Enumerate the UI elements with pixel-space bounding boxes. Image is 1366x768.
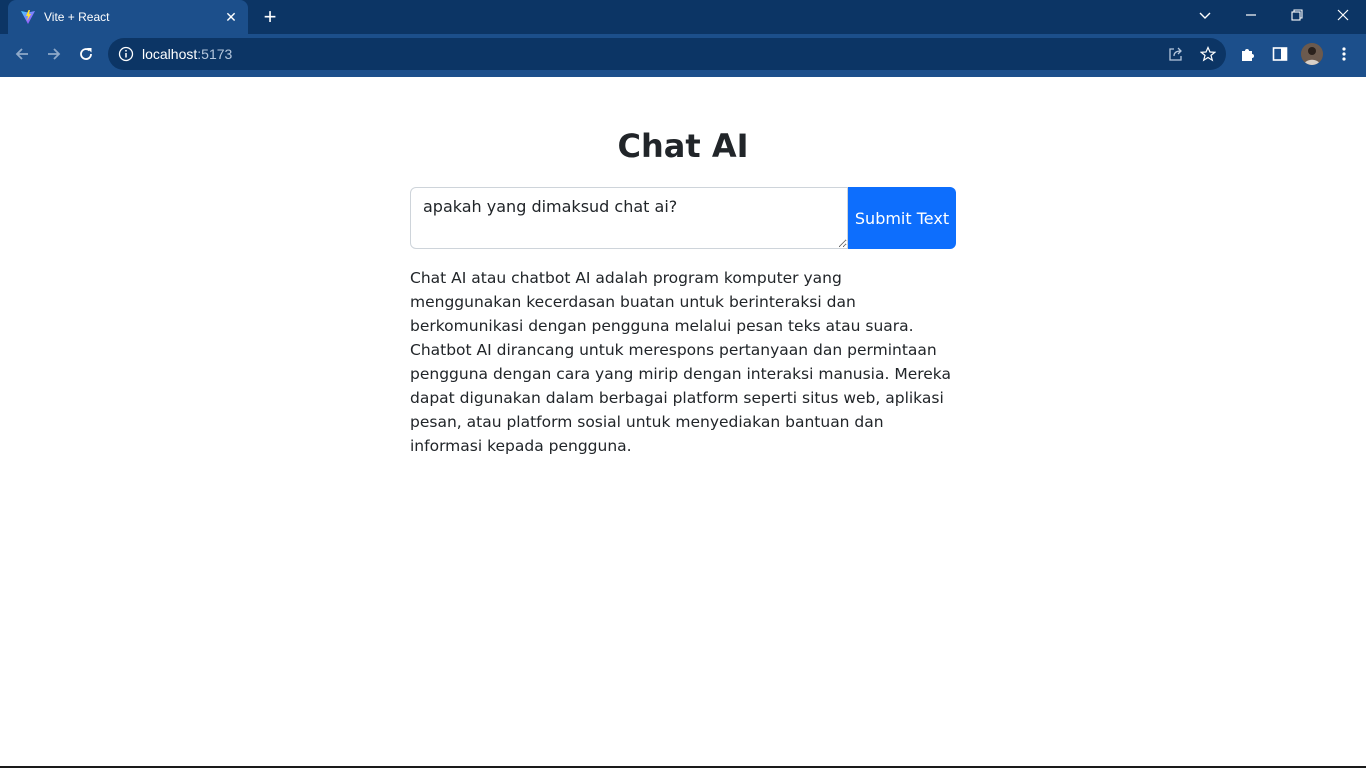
- side-panel-icon[interactable]: [1268, 42, 1292, 66]
- kebab-menu-icon[interactable]: [1332, 42, 1356, 66]
- tab-strip: Vite + React ✕ +: [0, 0, 1366, 34]
- question-form: apakah yang dimaksud chat ai? Submit Tex…: [410, 187, 956, 249]
- browser-toolbar: localhost:5173: [0, 34, 1366, 74]
- page-title: Chat AI: [617, 127, 749, 165]
- submit-button[interactable]: Submit Text: [848, 187, 956, 249]
- tab-search-button[interactable]: [1182, 0, 1228, 30]
- restore-button[interactable]: [1274, 0, 1320, 30]
- page-content: Chat AI apakah yang dimaksud chat ai? Su…: [0, 77, 1366, 766]
- puzzle-icon[interactable]: [1236, 42, 1260, 66]
- answer-text: Chat AI atau chatbot AI adalah program k…: [410, 269, 952, 455]
- question-input[interactable]: apakah yang dimaksud chat ai?: [410, 187, 848, 249]
- minimize-button[interactable]: [1228, 0, 1274, 30]
- browser-tab[interactable]: Vite + React ✕: [8, 0, 248, 34]
- address-bar[interactable]: localhost:5173: [108, 38, 1226, 70]
- star-icon[interactable]: [1198, 44, 1218, 64]
- tab-title: Vite + React: [44, 10, 110, 24]
- close-tab-icon[interactable]: ✕: [222, 8, 240, 26]
- arrow-left-icon[interactable]: [10, 42, 34, 66]
- info-icon[interactable]: [118, 46, 134, 62]
- share-icon[interactable]: [1166, 44, 1186, 64]
- close-window-button[interactable]: [1320, 0, 1366, 30]
- vite-icon: [20, 9, 36, 25]
- url-text: localhost:5173: [142, 46, 233, 62]
- profile-avatar[interactable]: [1301, 43, 1323, 65]
- arrow-right-icon[interactable]: [42, 42, 66, 66]
- reload-icon[interactable]: [74, 42, 98, 66]
- new-tab-button[interactable]: +: [258, 6, 282, 28]
